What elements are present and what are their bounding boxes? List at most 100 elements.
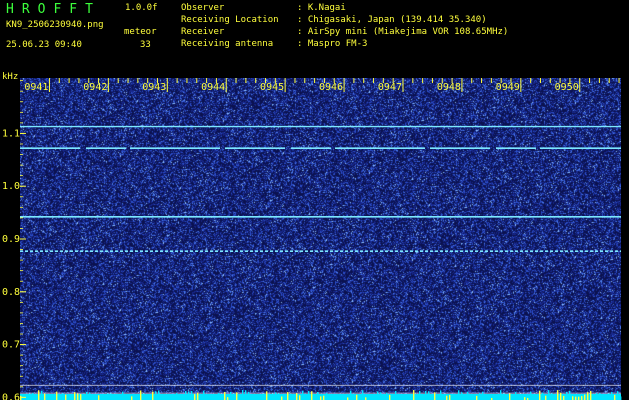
- baseline-spike: [29, 393, 31, 400]
- baseline-spike: [116, 394, 118, 400]
- baseline-spike: [476, 395, 478, 400]
- baseline-spike: [107, 393, 109, 400]
- baseline-spike: [95, 396, 97, 400]
- baseline-spike: [389, 394, 391, 400]
- baseline-spike: [62, 393, 64, 400]
- baseline-spike: [398, 394, 400, 400]
- baseline-spike: [98, 395, 100, 400]
- baseline-spike: [194, 394, 196, 400]
- baseline-spike: [614, 394, 616, 400]
- baseline-spike: [587, 392, 589, 400]
- filename-label: KN9_2506230940.png: [6, 20, 104, 30]
- baseline-spike: [596, 392, 598, 400]
- baseline-spike: [122, 391, 124, 400]
- baseline-spike: [386, 392, 388, 400]
- baseline-spike: [182, 394, 184, 400]
- baseline-spike: [458, 390, 460, 400]
- baseline-spike: [515, 392, 517, 400]
- baseline-spike: [20, 395, 22, 400]
- baseline-spike: [401, 395, 403, 400]
- baseline-spike: [506, 396, 508, 400]
- baseline-spike: [263, 393, 265, 400]
- baseline-spike: [548, 390, 550, 400]
- baseline-spike: [83, 393, 85, 400]
- app-title: HROFFT: [6, 2, 101, 17]
- x-tick-label: 0949: [496, 82, 520, 93]
- baseline-spike: [299, 395, 301, 400]
- baseline-spike: [179, 394, 181, 400]
- baseline-spike: [428, 391, 430, 400]
- baseline-spike: [77, 393, 79, 400]
- baseline-spike: [392, 393, 394, 400]
- baseline-spike: [278, 393, 280, 400]
- baseline-spike: [248, 391, 250, 400]
- baseline-spike: [311, 391, 313, 400]
- baseline-spike: [233, 393, 235, 400]
- baseline-spike: [554, 394, 556, 400]
- baseline-spike: [380, 392, 382, 400]
- baseline-spike: [590, 390, 592, 400]
- baseline-spike: [509, 393, 511, 400]
- baseline-spike: [368, 396, 370, 400]
- location-value: : Chigasaki, Japan (139.414 35.340): [297, 15, 487, 25]
- baseline-spike: [287, 392, 289, 400]
- baseline-spike: [89, 392, 91, 400]
- baseline-spike: [38, 390, 40, 400]
- baseline-spike: [203, 390, 205, 400]
- baseline-spike: [251, 394, 253, 400]
- baseline-spike: [44, 393, 46, 400]
- hrofft-window: HROFFT 1.0.0f KN9_2506230940.png 25.06.2…: [0, 0, 629, 400]
- y-tick-label: 0.7: [2, 340, 20, 351]
- baseline-spike: [608, 393, 610, 400]
- baseline-spike: [350, 390, 352, 400]
- baseline-spike: [482, 391, 484, 400]
- baseline-spike: [152, 391, 154, 400]
- baseline-spike: [296, 393, 298, 400]
- baseline-spike: [503, 393, 505, 400]
- baseline-spike: [545, 395, 547, 400]
- baseline-spike: [164, 396, 166, 400]
- baseline-spike: [302, 390, 304, 400]
- baseline-spike: [101, 396, 103, 400]
- baseline-spike: [185, 390, 187, 400]
- baseline-spike: [353, 393, 355, 400]
- x-tick-label: 0944: [201, 82, 225, 93]
- baseline-spike: [338, 396, 340, 400]
- x-tick-label: 0950: [555, 82, 579, 93]
- baseline-spike: [290, 393, 292, 400]
- baseline-spike: [449, 394, 451, 400]
- baseline-spike: [575, 396, 577, 400]
- baseline-spike: [617, 391, 619, 400]
- y-tick-label: 1.1: [2, 128, 20, 139]
- baseline-spike: [215, 394, 217, 400]
- baseline-spike: [272, 393, 274, 400]
- baseline-spike: [461, 392, 463, 400]
- receiver-value: : AirSpy mini (Miakejima VOR 108.65MHz): [297, 27, 509, 37]
- baseline-spike: [326, 392, 328, 400]
- y-tick-label: 1.0: [2, 181, 20, 192]
- baseline-spike: [140, 390, 142, 400]
- mode-label: meteor: [124, 27, 157, 37]
- baseline-spike: [551, 393, 553, 400]
- baseline-spike: [374, 396, 376, 400]
- baseline-spike: [191, 390, 193, 400]
- baseline-spike: [158, 390, 160, 400]
- observer-label: Observer: [181, 3, 225, 13]
- baseline-spike: [266, 391, 268, 400]
- baseline-spike: [146, 395, 148, 400]
- baseline-spike: [92, 395, 94, 400]
- baseline-spike: [320, 396, 322, 400]
- baseline-spike: [407, 395, 409, 400]
- baseline-spike: [173, 395, 175, 400]
- baseline-spike: [599, 392, 601, 400]
- baseline-spike: [104, 394, 106, 400]
- baseline-spike: [242, 390, 244, 400]
- baseline-spike: [308, 390, 310, 400]
- baseline-spike: [485, 395, 487, 400]
- baseline-spike: [410, 395, 412, 400]
- baseline-spike: [395, 390, 397, 400]
- baseline-spike: [254, 394, 256, 400]
- x-tick-label: 0942: [83, 82, 107, 93]
- antenna-label: Receiving antenna: [181, 39, 274, 49]
- baseline-spike: [560, 392, 562, 400]
